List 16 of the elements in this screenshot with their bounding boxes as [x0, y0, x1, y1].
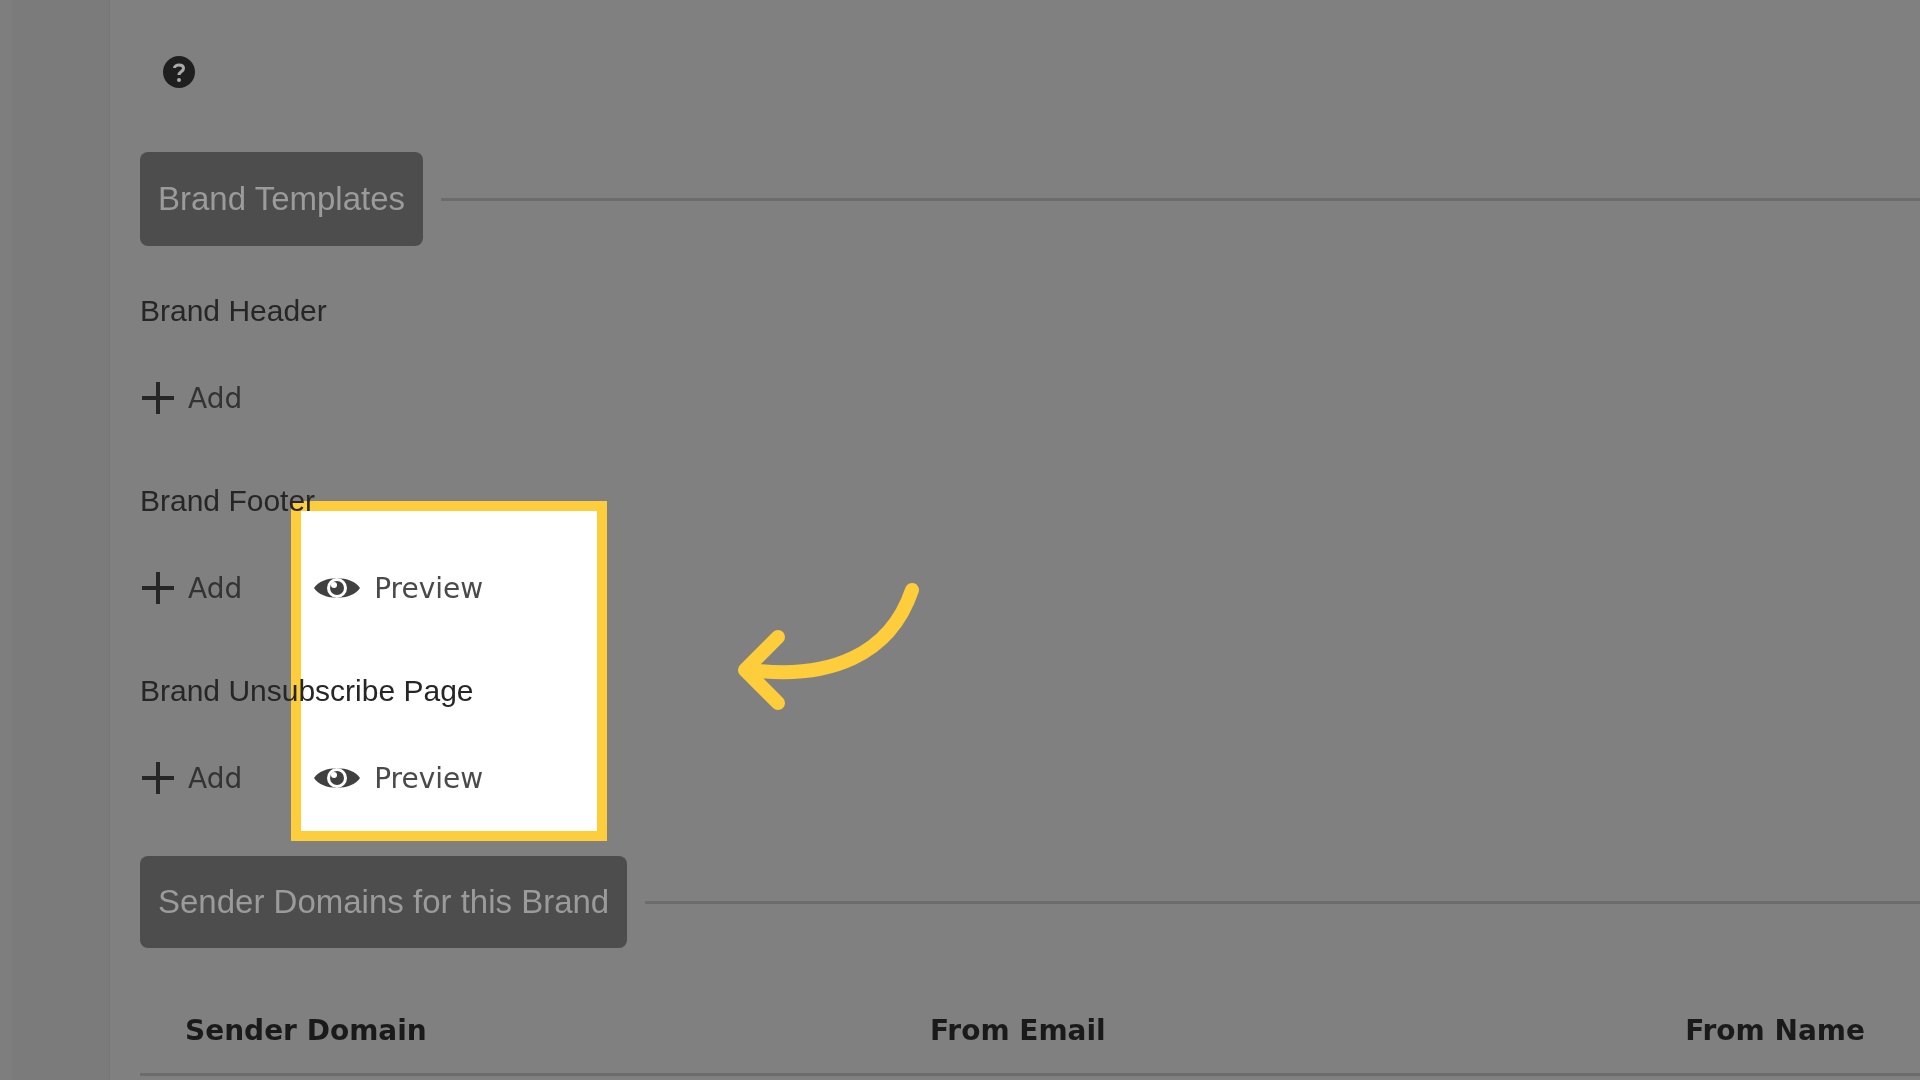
column-header: From Email — [930, 1013, 1107, 1049]
preview-button[interactable]: Preview — [312, 761, 484, 795]
add-button[interactable]: Add — [140, 760, 243, 796]
section-title: Brand Templates — [140, 152, 424, 246]
plus-icon — [140, 380, 176, 416]
template-label: Brand Header — [140, 293, 328, 329]
column-header: From Name — [1685, 1013, 1865, 1049]
column-header: Sender Domain — [185, 1013, 428, 1049]
help-icon[interactable] — [162, 55, 196, 89]
plus-icon — [140, 570, 176, 606]
preview-button[interactable]: Preview — [312, 571, 484, 605]
add-button[interactable]: Add — [140, 380, 243, 416]
template-label: Brand Footer — [140, 483, 317, 519]
section-title: Sender Domains for this Brand — [140, 856, 628, 948]
plus-icon — [140, 760, 176, 796]
add-button[interactable]: Add — [140, 570, 243, 606]
